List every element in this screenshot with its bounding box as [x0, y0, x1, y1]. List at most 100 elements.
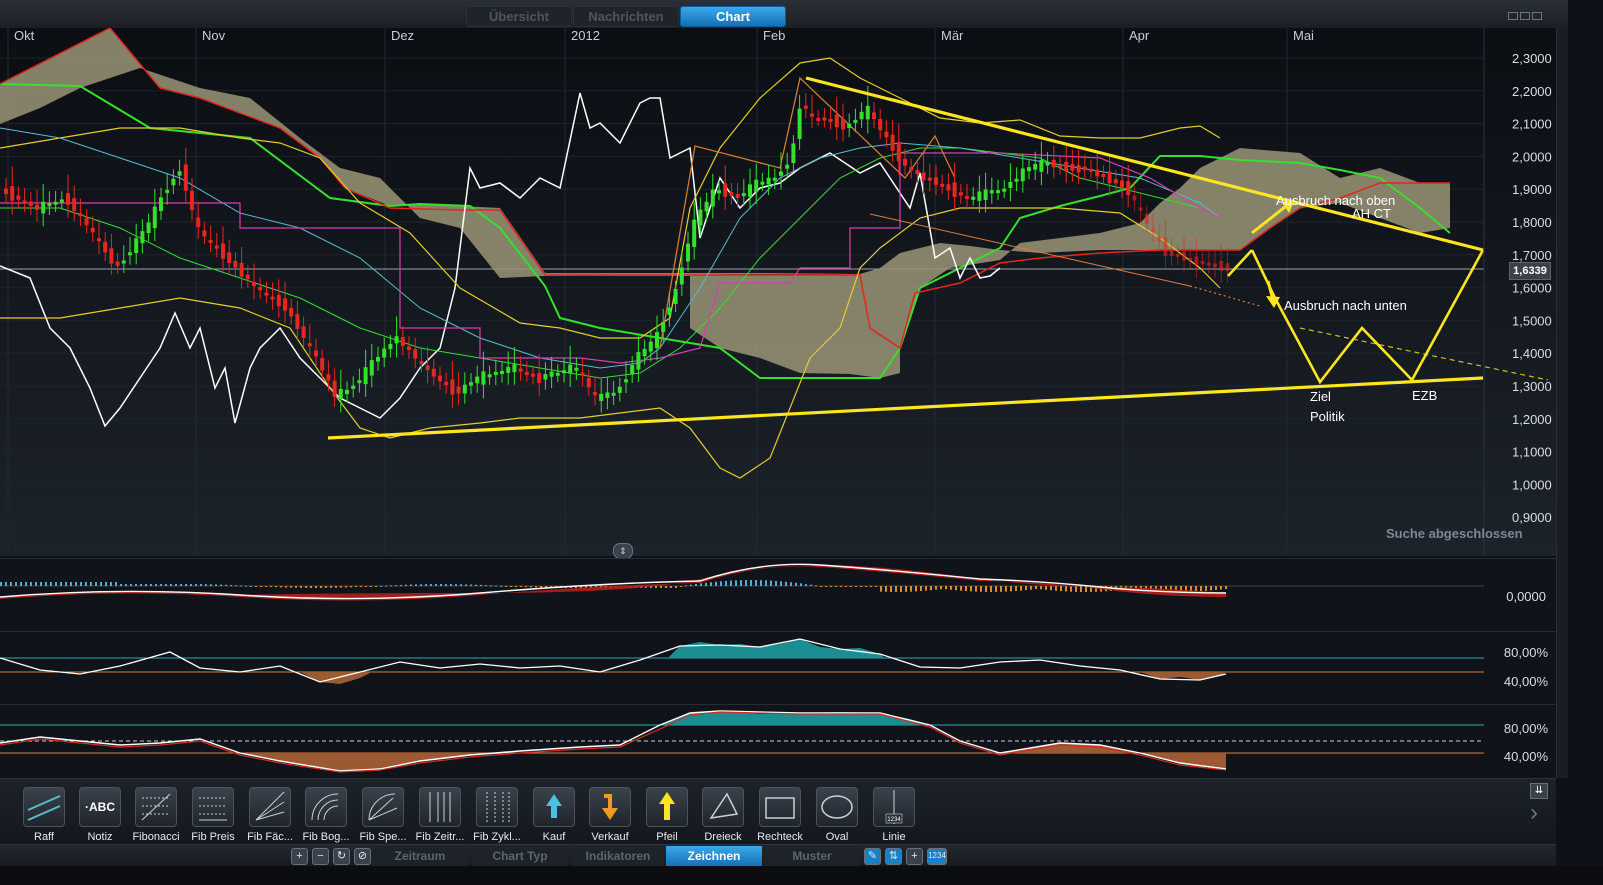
- search-status: Suche abgeschlossen: [1386, 526, 1523, 541]
- tool-label: Raff: [34, 831, 54, 843]
- crosshair-icon[interactable]: +: [906, 848, 923, 865]
- month-label: 2012: [571, 28, 600, 43]
- tab-news[interactable]: Nachrichten: [573, 6, 679, 27]
- tool-fibonacci[interactable]: Fibonacci: [128, 785, 184, 845]
- tab-timeframe[interactable]: Zeitraum: [372, 846, 468, 866]
- tab-overview[interactable]: Übersicht: [466, 6, 572, 27]
- tool-line[interactable]: 1234 Linie: [866, 785, 922, 845]
- annotation-politics: Politik: [1310, 409, 1345, 424]
- month-label: Mai: [1293, 28, 1314, 43]
- rsi-oversold-fill: [300, 672, 1226, 684]
- tool-fib-cycle[interactable]: Fib Zykl...: [469, 785, 525, 845]
- tool-label: Fib Bog...: [302, 831, 350, 843]
- tool-sell-arrow[interactable]: Verkauf: [582, 785, 638, 845]
- tool-label: Oval: [825, 831, 849, 843]
- macd-zero-label: 0,0000: [1506, 589, 1546, 604]
- rsi-upper-label: 80,00%: [1503, 645, 1548, 660]
- tool-raff-channel[interactable]: Raff: [16, 785, 72, 845]
- month-label: Apr: [1129, 28, 1150, 43]
- tool-label: Linie: [882, 831, 906, 843]
- line-icon: 1234: [873, 787, 915, 827]
- tab-chart-type[interactable]: Chart Typ: [472, 846, 568, 866]
- tool-label: Fib Fäc...: [247, 831, 293, 843]
- magnet-icon[interactable]: ⇅: [885, 848, 902, 865]
- tool-label: Notiz: [87, 831, 113, 843]
- tool-label: Pfeil: [656, 831, 678, 843]
- y-tick-label: 1,0000: [1512, 477, 1552, 492]
- toolbar-next-icon[interactable]: ›: [1530, 799, 1538, 827]
- window-edge: [1568, 0, 1603, 885]
- fib-cycle-icon: [476, 787, 518, 827]
- tool-label: Fibonacci: [132, 831, 180, 843]
- tool-oval[interactable]: Oval: [809, 785, 865, 845]
- y-axis-labels: 2,3000 2,2000 2,1000 2,0000 1,9000 1,8000 1,70…: [1512, 51, 1552, 525]
- tool-fib-arc[interactable]: Fib Bog...: [298, 785, 354, 845]
- close-icon[interactable]: [1532, 12, 1542, 20]
- annotation-breakout-down: Ausbruch nach unten: [1284, 298, 1407, 313]
- buy-arrow-icon: [533, 787, 575, 827]
- arrow-icon: [646, 787, 688, 827]
- y-tick-label: 1,7000: [1512, 248, 1552, 263]
- tool-buy-arrow[interactable]: Kauf: [526, 785, 582, 845]
- tab-indicators[interactable]: Indikatoren: [572, 846, 664, 866]
- value-label-icon[interactable]: 1234: [927, 848, 947, 865]
- price-chart[interactable]: Okt Nov Dez 2012 Feb Mär Apr Mai 2,3000 2,2000 2,…: [0, 28, 1590, 556]
- y-tick-label: 0,9000: [1512, 510, 1552, 525]
- tool-label: Rechteck: [757, 831, 803, 843]
- tool-fib-speed[interactable]: Fib Spe...: [355, 785, 411, 845]
- note-abc-icon: ·ABC: [79, 787, 121, 827]
- tab-draw[interactable]: Zeichnen: [666, 846, 762, 866]
- tool-label: Kauf: [542, 831, 566, 843]
- zoom-out-icon[interactable]: −: [312, 848, 329, 865]
- top-tab-bar: Übersicht Nachrichten Chart: [0, 0, 1603, 29]
- toolbar-collapse-icon[interactable]: ⇊: [1530, 783, 1548, 799]
- y-tick-label: 1,2000: [1512, 412, 1552, 427]
- tool-fib-fan[interactable]: Fib Fäc...: [242, 785, 298, 845]
- y-tick-label: 2,1000: [1512, 117, 1552, 132]
- rsi-pane[interactable]: 80,00% 40,00%: [0, 631, 1556, 704]
- tool-label: Verkauf: [591, 831, 629, 843]
- svg-text:1234: 1234: [887, 817, 901, 823]
- month-label: Nov: [202, 28, 226, 43]
- stoch-lower-label: 40,00%: [1503, 749, 1548, 764]
- tool-rectangle[interactable]: Rechteck: [752, 785, 808, 845]
- tool-label: Dreieck: [704, 831, 742, 843]
- fib-time-icon: [419, 787, 461, 827]
- zoom-in-icon[interactable]: +: [291, 848, 308, 865]
- y-tick-label: 1,9000: [1512, 182, 1552, 197]
- drawing-toolbar: Raff ·ABC Notiz Fibonacci Fib Preis Fib Fäc..…: [0, 778, 1556, 845]
- fib-speed-icon: [362, 787, 404, 827]
- cancel-icon[interactable]: ⊘: [354, 848, 371, 865]
- annotation-ah-ct: AH CT: [1352, 206, 1391, 221]
- y-tick-label: 2,3000: [1512, 51, 1552, 66]
- stochastic-pane[interactable]: 80,00% 40,00%: [0, 704, 1556, 777]
- tool-fib-price[interactable]: Fib Preis: [185, 785, 241, 845]
- tool-fib-time[interactable]: Fib Zeitr...: [412, 785, 468, 845]
- rsi-overbought-fill: [668, 639, 885, 658]
- tool-triangle[interactable]: Dreieck: [695, 785, 751, 845]
- y-tick-label: 1,5000: [1512, 313, 1552, 328]
- tab-patterns[interactable]: Muster: [764, 846, 860, 866]
- tool-label: Fib Zykl...: [473, 831, 521, 843]
- pen-icon[interactable]: ✎: [864, 848, 881, 865]
- stoch-upper-label: 80,00%: [1503, 721, 1548, 736]
- refresh-icon[interactable]: ↻: [333, 848, 350, 865]
- tool-label: Fib Spe...: [359, 831, 407, 843]
- y-tick-label: 1,8000: [1512, 215, 1552, 230]
- sell-arrow-icon: [589, 787, 631, 827]
- tool-note-abc[interactable]: ·ABC Notiz: [72, 785, 128, 845]
- y-tick-label: 2,2000: [1512, 84, 1552, 99]
- oval-icon: [816, 787, 858, 827]
- restore-icon[interactable]: [1520, 12, 1530, 20]
- pane-splitter-handle[interactable]: ⇕: [613, 543, 633, 559]
- stoch-signal-line: [0, 711, 1227, 773]
- rsi-lower-label: 40,00%: [1503, 674, 1548, 689]
- tool-arrow[interactable]: Pfeil: [639, 785, 695, 845]
- fib-fan-icon: [249, 787, 291, 827]
- fib-price-icon: [192, 787, 234, 827]
- minimize-icon[interactable]: [1508, 12, 1518, 20]
- month-label: Okt: [14, 28, 35, 43]
- tab-chart[interactable]: Chart: [680, 6, 786, 27]
- annotation-ecb: EZB: [1412, 388, 1437, 403]
- macd-pane[interactable]: 0,0000: [0, 558, 1556, 631]
